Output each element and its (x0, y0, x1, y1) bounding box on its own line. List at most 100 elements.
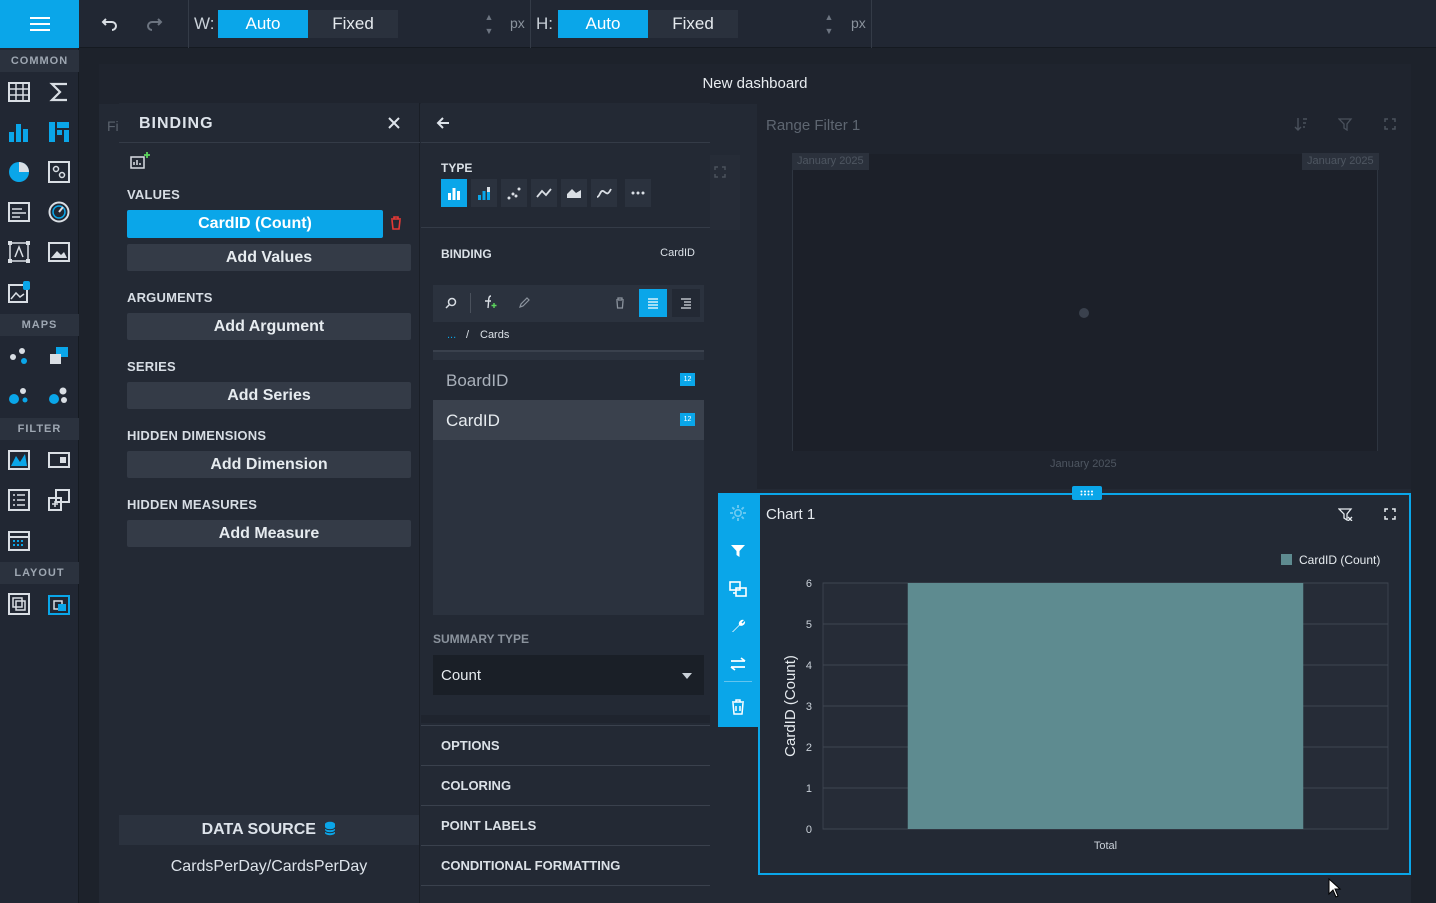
tree-view-filter-button[interactable] (45, 486, 73, 514)
add-series-button[interactable]: Add Series (127, 382, 411, 409)
height-auto-button[interactable]: Auto (558, 10, 648, 38)
item-toolbox: COMMON MAPS FILTER LAYOUT (0, 48, 79, 903)
card-item-button[interactable] (45, 158, 73, 186)
range-filter-item: Range Filter 1 January 2025 January 2025… (757, 104, 1411, 489)
add-measure-button[interactable]: Add Measure (127, 520, 411, 547)
type-spline-button[interactable] (591, 179, 617, 207)
sort-icon[interactable] (1294, 117, 1308, 131)
clear-selection-icon[interactable] (1338, 117, 1354, 131)
trash-icon[interactable] (731, 699, 745, 715)
height-fixed-button[interactable]: Fixed (648, 10, 738, 38)
data-image-item-button[interactable] (5, 278, 33, 306)
dashboard-title[interactable]: New dashboard (99, 64, 1411, 104)
gauge-item-button[interactable] (45, 198, 73, 226)
width-input[interactable]: ▲ ▼ (399, 10, 499, 38)
gear-icon[interactable] (729, 504, 747, 522)
search-field-button[interactable] (445, 297, 457, 309)
grid-item-button[interactable] (5, 78, 33, 106)
pie-map-button[interactable] (45, 382, 73, 410)
chart-item-button[interactable] (5, 118, 33, 146)
scatter-chart-item-button[interactable] (45, 118, 73, 146)
convert-icon[interactable] (730, 657, 746, 671)
tree-list-icon (681, 298, 691, 309)
text-box-item-button[interactable] (5, 198, 33, 226)
width-fixed-button[interactable]: Fixed (308, 10, 398, 38)
bound-image-item-button[interactable] (5, 238, 33, 266)
main-menu-button[interactable] (0, 0, 79, 48)
height-increment[interactable]: ▲ (823, 12, 835, 22)
width-decrement[interactable]: ▼ (483, 26, 495, 36)
type-stacked-bar-button[interactable] (471, 179, 497, 207)
coloring-section[interactable]: COLORING (421, 765, 710, 805)
add-values-button[interactable]: Add Values (127, 244, 411, 271)
add-argument-button[interactable]: Add Argument (127, 313, 411, 340)
interactivity-icon[interactable] (729, 581, 747, 597)
width-unit: px (510, 15, 525, 31)
width-increment[interactable]: ▲ (483, 12, 495, 22)
height-input[interactable]: ▲ ▼ (739, 10, 839, 38)
combo-box-filter-button[interactable] (45, 446, 73, 474)
undo-button[interactable] (101, 14, 119, 32)
bar-chart-icon (9, 124, 28, 142)
drag-handle[interactable] (1072, 486, 1102, 500)
redo-button[interactable] (145, 14, 163, 32)
range-plot-area[interactable] (792, 154, 1378, 451)
data-source-value[interactable]: CardsPerDay/CardsPerDay (119, 847, 419, 887)
type-bar-button[interactable] (441, 179, 467, 207)
date-filter-button[interactable] (5, 526, 33, 554)
maximize-icon[interactable] (1384, 508, 1396, 520)
search-icon (445, 297, 457, 309)
maximize-icon[interactable] (1384, 118, 1396, 130)
chart-plot[interactable]: 0 1 2 3 4 5 6 Total CardID (Count) CardID (Count) (760, 535, 1409, 873)
type-line-button[interactable] (531, 179, 557, 207)
wrench-icon[interactable] (730, 618, 746, 634)
list-box-filter-button[interactable] (5, 486, 33, 514)
field-item-boardid[interactable]: BoardID 12 (433, 360, 704, 400)
field-item-cardid[interactable]: CardID 12 (433, 400, 704, 440)
clear-master-filter-icon[interactable] (1338, 507, 1354, 521)
remove-value-button[interactable] (390, 216, 402, 230)
width-mode-toggle: Auto Fixed (218, 10, 398, 38)
add-chart-icon (130, 152, 150, 169)
bubble-map-icon (9, 388, 28, 404)
filter-icon[interactable] (730, 544, 746, 558)
choropleth-map-button[interactable] (45, 342, 73, 370)
delete-field-button[interactable] (615, 297, 625, 309)
tab-container-button[interactable] (45, 590, 73, 618)
grid-icon (8, 82, 30, 102)
spline-series-icon (596, 188, 612, 198)
group-icon (8, 593, 30, 615)
edit-field-button[interactable] (518, 297, 530, 309)
point-series-icon (507, 187, 521, 200)
height-decrement[interactable]: ▼ (823, 26, 835, 36)
geo-point-map-button[interactable] (5, 342, 33, 370)
close-binding-button[interactable] (385, 114, 403, 132)
back-button[interactable] (435, 115, 451, 131)
add-calculated-field-button[interactable] (483, 295, 497, 309)
chart-item[interactable]: Chart 1 0 1 2 3 4 5 6 Total CardID (Count) CardID… (758, 486, 1411, 875)
conditional-formatting-section[interactable]: CONDITIONAL FORMATTING (421, 845, 710, 885)
bubble-map-button[interactable] (5, 382, 33, 410)
value-item-cardid-count[interactable]: CardID (Count) (127, 210, 383, 238)
summary-type-select[interactable]: Count (433, 655, 704, 695)
pivot-item-button[interactable] (45, 78, 73, 106)
options-section[interactable]: OPTIONS (421, 725, 710, 765)
group-item-button[interactable] (5, 590, 33, 618)
y-tick-label: 1 (806, 783, 812, 795)
tree-view-button[interactable] (672, 289, 700, 317)
width-auto-button[interactable]: Auto (218, 10, 308, 38)
breadcrumb-current: Cards (480, 329, 510, 341)
line-series-icon (536, 188, 552, 198)
pie-item-button[interactable] (5, 158, 33, 186)
breadcrumb-separator: / (466, 329, 470, 341)
image-item-button[interactable] (45, 238, 73, 266)
type-point-button[interactable] (501, 179, 527, 207)
type-area-button[interactable] (561, 179, 587, 207)
list-view-button[interactable] (639, 289, 667, 317)
point-labels-section[interactable]: POINT LABELS (421, 805, 710, 845)
add-dimension-button[interactable]: Add Dimension (127, 451, 411, 478)
breadcrumb-root[interactable]: ... (447, 329, 456, 341)
range-filter-button[interactable] (5, 446, 33, 474)
type-more-button[interactable] (625, 179, 651, 207)
add-data-item-button[interactable] (130, 151, 152, 169)
